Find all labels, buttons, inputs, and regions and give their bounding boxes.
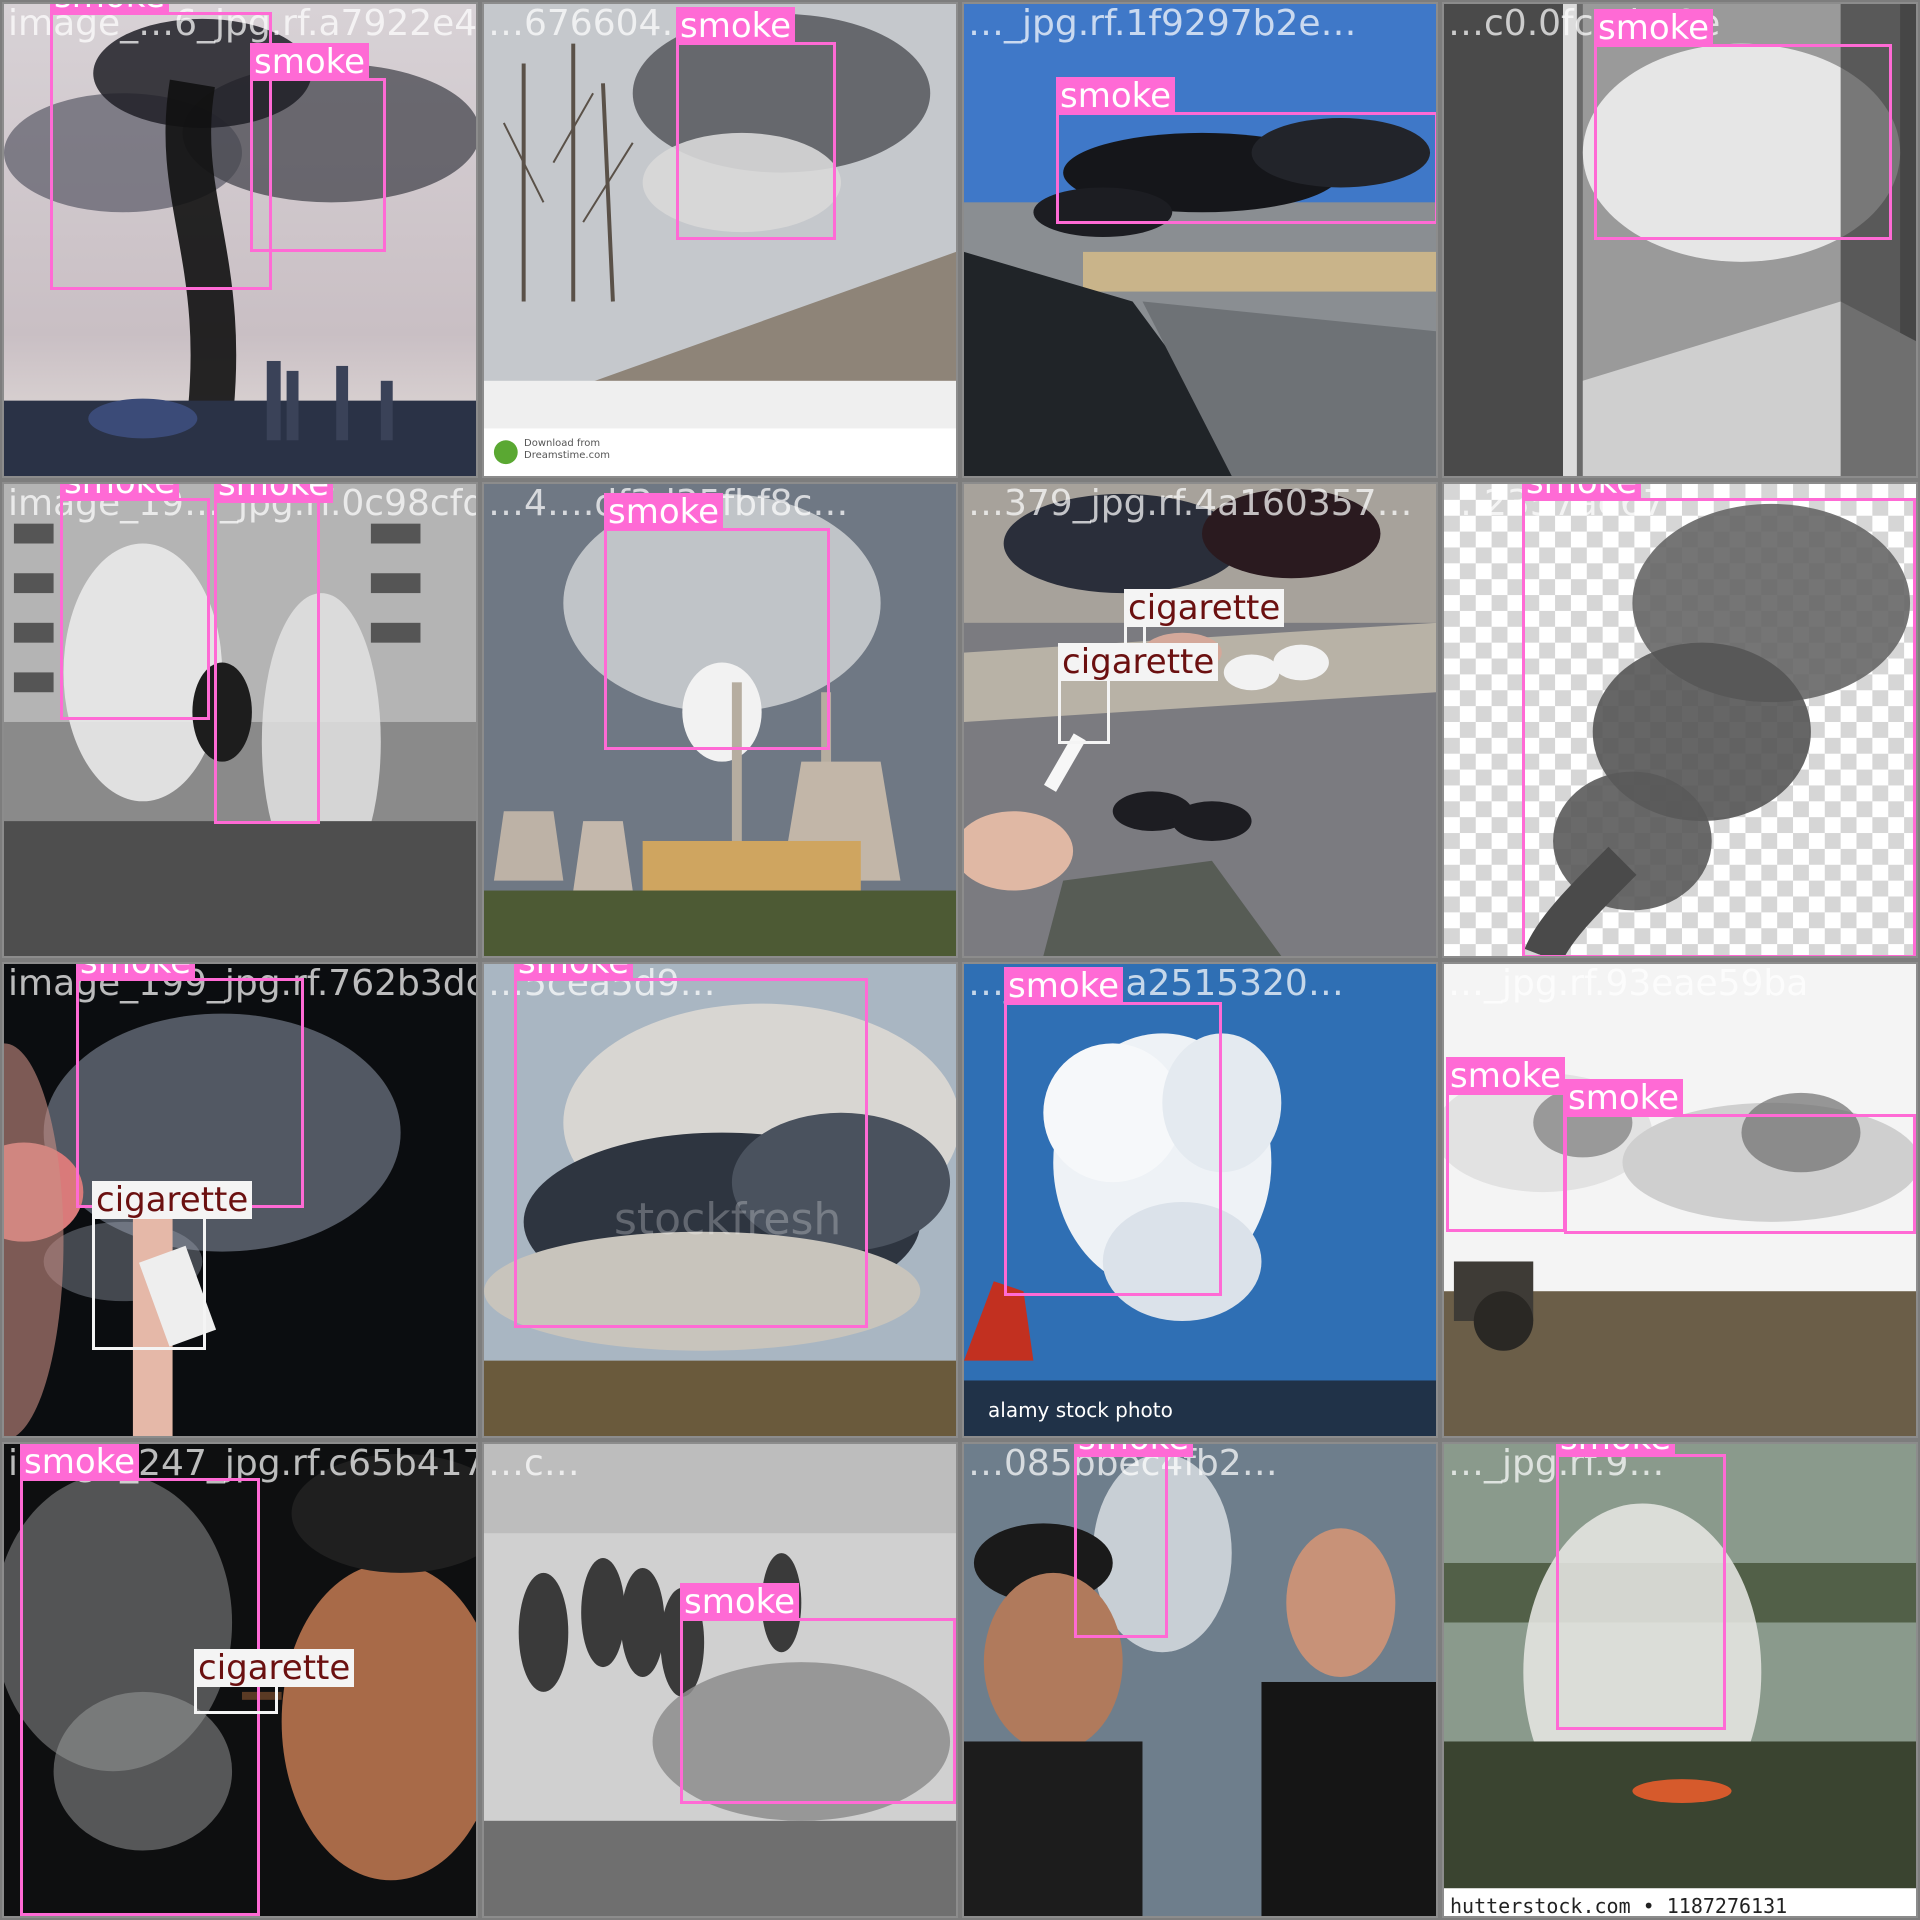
smoke-bounding-box: smoke — [1564, 1079, 1916, 1234]
scene-men-crowd — [964, 1444, 1436, 1916]
tile-11: …_jpg.rf.a2515320… alamy stock photo smo… — [962, 962, 1438, 1438]
shutterstock-watermark: hutterstock.com • 1187276131 — [1450, 1894, 1788, 1918]
smoke-bounding-box: smoke — [1074, 1444, 1194, 1638]
cigarette-label: cigarette — [92, 1181, 253, 1219]
tile-10: …5cea5d9… stockfresh smoke — [482, 962, 958, 1438]
smoke-bounding-box: smoke — [1446, 1057, 1566, 1232]
tile-16: …_jpg.rf.9… hutterstock.com • 1187276131… — [1442, 1442, 1918, 1918]
tile-1: image_…6_jpg.rf.a7922e4… smoke smoke — [2, 2, 478, 478]
smoke-bounding-box: smoke — [50, 4, 272, 290]
smoke-bounding-box: smoke — [76, 964, 304, 1208]
cigarette-bounding-box: cigarette — [1058, 643, 1219, 744]
smoke-bounding-box: smoke — [1556, 1444, 1726, 1730]
cigarette-bounding-box: cigarette — [92, 1181, 253, 1350]
tile-5: image_19…_jpg.rf.0c98cfdd5… smoke smoke — [2, 482, 478, 958]
tile-7: …379_jpg.rf.4a160357… cigarette cigarett… — [962, 482, 1438, 958]
tile-15: …085bbec4fb2… smoke — [962, 1442, 1438, 1918]
alamy-watermark: alamy stock photo — [988, 1398, 1173, 1422]
smoke-label: smoke — [1004, 967, 1124, 1005]
cigarette-label: cigarette — [194, 1649, 355, 1687]
smoke-bounding-box: smoke — [250, 43, 386, 252]
smoke-label: smoke — [50, 4, 170, 15]
smoke-bounding-box: smoke — [1004, 967, 1222, 1296]
tile-9: image_199_jpg.rf.762b3dcf5… smoke cigare… — [2, 962, 478, 1438]
smoke-label: smoke — [60, 484, 180, 501]
smoke-label: smoke — [1074, 1444, 1194, 1457]
cigarette-bounding-box: cigarette — [194, 1649, 355, 1714]
scene-black-smoke-highway — [964, 4, 1436, 476]
smoke-label: smoke — [1564, 1079, 1684, 1117]
cigarette-label: cigarette — [1058, 643, 1219, 681]
smoke-bounding-box: smoke — [214, 484, 334, 824]
smoke-label: smoke — [250, 43, 370, 81]
smoke-label: smoke — [680, 1583, 800, 1621]
tile-14: …c… smoke — [482, 1442, 958, 1918]
smoke-bounding-box: smoke — [1056, 77, 1436, 224]
tile-8: …2357ae67 smoke — [1442, 482, 1918, 958]
dreamstime-watermark: Download from Dreamstime.com — [524, 438, 610, 462]
smoke-bounding-box: smoke — [1522, 484, 1916, 956]
smoke-label: smoke — [1522, 484, 1642, 501]
smoke-label: smoke — [20, 1444, 140, 1481]
smoke-label: smoke — [1594, 9, 1714, 47]
smoke-label: smoke — [676, 7, 796, 45]
tile-13: image_247_jpg.rf.c65b4173… smoke cigaret… — [2, 1442, 478, 1918]
tile-3: …_jpg.rf.1f9297b2e… smoke — [962, 2, 1438, 478]
tile-12: …_jpg.rf.93eae59ba smoke smoke — [1442, 962, 1918, 1438]
smoke-bounding-box: smoke — [514, 964, 868, 1328]
smoke-label: smoke — [514, 964, 634, 981]
watermark-line: Download from — [524, 438, 601, 449]
smoke-bounding-box: smoke — [676, 7, 836, 240]
scene-cigarette-ground — [964, 484, 1436, 956]
smoke-label: smoke — [1556, 1444, 1676, 1457]
tile-4: …c0.0fc5d…9e smoke — [1442, 2, 1918, 478]
tile-6: …4….df3d35fbf8c… smoke — [482, 482, 958, 958]
detection-mosaic: image_…6_jpg.rf.a7922e4… smoke smoke …67… — [0, 0, 1920, 1920]
smoke-label: smoke — [1446, 1057, 1566, 1095]
smoke-label: smoke — [76, 964, 196, 981]
smoke-label: smoke — [604, 493, 724, 531]
tile-2: …676604… Download from Dreamstime.com sm… — [482, 2, 958, 478]
smoke-label: smoke — [214, 484, 334, 503]
watermark-line: Dreamstime.com — [524, 450, 610, 461]
smoke-bounding-box: smoke — [680, 1583, 956, 1804]
smoke-bounding-box: smoke — [604, 493, 830, 750]
cigarette-label: cigarette — [1124, 589, 1285, 627]
smoke-bounding-box: smoke — [60, 484, 210, 720]
smoke-label: smoke — [1056, 77, 1176, 115]
smoke-bounding-box: smoke — [1594, 9, 1892, 240]
